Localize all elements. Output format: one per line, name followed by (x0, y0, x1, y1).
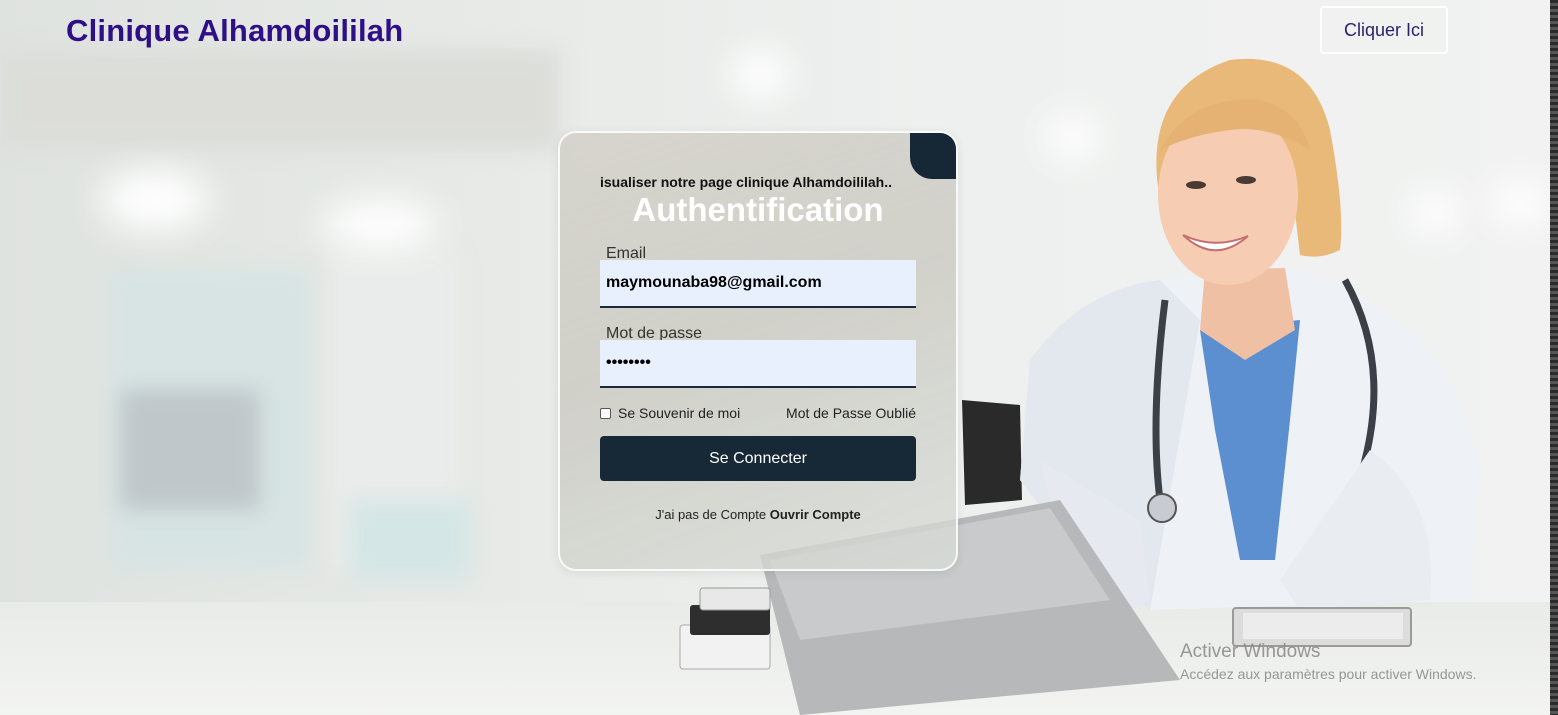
login-button[interactable]: Se Connecter (600, 436, 916, 481)
signup-prefix: J'ai pas de Compte (655, 507, 770, 522)
windows-activation-watermark: Activer Windows Accédez aux paramètres p… (1180, 641, 1476, 682)
watermark-line1: Activer Windows (1180, 641, 1321, 662)
card-corner-decoration (910, 133, 956, 179)
cta-button[interactable]: Cliquer Ici (1320, 6, 1448, 54)
window-edge (1550, 0, 1558, 715)
remember-label: Se Souvenir de moi (618, 405, 741, 421)
open-account-link[interactable]: Ouvrir Compte (770, 507, 861, 522)
password-field[interactable] (600, 340, 916, 388)
brand-title: Clinique Alhamdoililah (66, 13, 404, 48)
marquee-text: isualiser notre page clinique Alhamdoili… (600, 174, 892, 190)
forgot-password-link[interactable]: Mot de Passe Oublié (786, 405, 916, 421)
remember-checkbox[interactable] (600, 407, 611, 419)
signup-prompt: J'ai pas de Compte Ouvrir Compte (560, 507, 956, 522)
login-page: Clinique Alhamdoililah Cliquer Ici isual… (0, 0, 1558, 715)
watermark-line2: Accédez aux paramètres pour activer Wind… (1180, 666, 1477, 682)
remember-me[interactable]: Se Souvenir de moi (600, 405, 740, 421)
email-field[interactable] (600, 260, 916, 308)
login-card: isualiser notre page clinique Alhamdoili… (558, 131, 958, 571)
login-title: Authentification (632, 191, 884, 228)
